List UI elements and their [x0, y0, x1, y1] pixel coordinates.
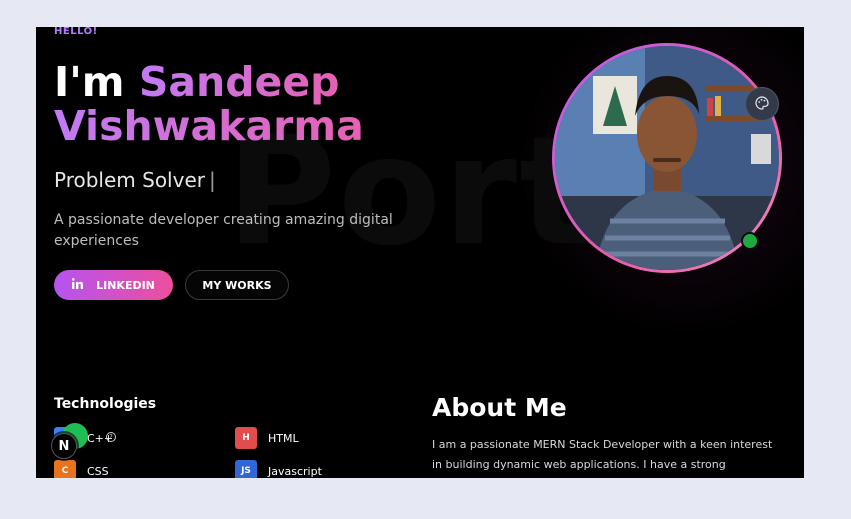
hero-name-last: Vishwakarma: [54, 102, 364, 150]
linkedin-icon: [72, 278, 84, 292]
hero-intro: I'm: [54, 58, 125, 106]
html-badge-icon: H: [235, 427, 257, 449]
typing-cursor: |: [208, 168, 216, 192]
online-status-dot: [741, 232, 759, 250]
my-works-button[interactable]: MY WORKS: [185, 270, 289, 300]
hero-description: A passionate developer creating amazing …: [54, 212, 393, 249]
about-text: I am a passionate MERN Stack Developer w…: [432, 438, 773, 471]
role-text: Problem Solver: [54, 168, 205, 192]
tech-item-javascript: JS Javascript: [235, 460, 322, 478]
nextjs-devtools-button[interactable]: N: [51, 433, 77, 459]
tech-item-html: H HTML: [235, 427, 299, 449]
tech-label: Javascript: [268, 464, 322, 478]
hero-name-first: Sandeep: [138, 58, 340, 106]
about-title: About Me: [432, 393, 567, 422]
tech-label: HTML: [268, 431, 299, 445]
hero-greeting: HELLO!: [54, 27, 98, 37]
css-badge-icon: C: [54, 460, 76, 478]
help-icon[interactable]: ?: [106, 432, 116, 442]
portfolio-page: Port HELLO! I'm Sandeep Vishwakarma Prob…: [36, 27, 804, 478]
linkedin-button[interactable]: LINKEDIN: [54, 270, 173, 300]
linkedin-label: LINKEDIN: [96, 278, 155, 292]
theme-palette-button[interactable]: [745, 87, 779, 121]
technologies-title: Technologies: [54, 396, 157, 412]
palette-icon: [755, 95, 769, 114]
tech-label: CSS: [87, 464, 109, 478]
hero-role: Problem Solver |: [54, 168, 216, 192]
tech-item-css: C CSS: [54, 460, 109, 478]
hero-headline: I'm Sandeep Vishwakarma: [54, 60, 364, 148]
javascript-badge-icon: JS: [235, 460, 257, 478]
